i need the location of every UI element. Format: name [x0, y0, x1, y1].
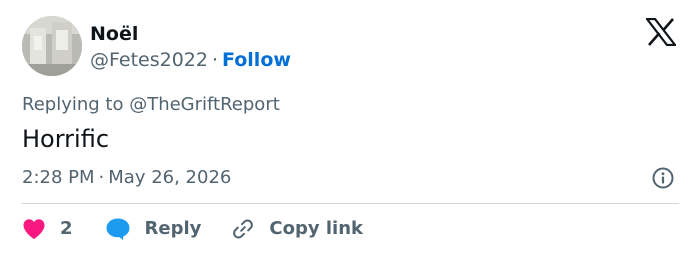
copy-link-label: Copy link — [269, 218, 363, 239]
heart-icon — [23, 219, 45, 239]
post-time: 2:28 PM — [22, 167, 95, 188]
author-name[interactable]: Noël — [90, 23, 138, 45]
reply-label: Reply — [144, 218, 202, 239]
replying-to: Replying to @TheGriftReport — [22, 94, 280, 116]
reply-button[interactable]: Reply — [105, 217, 202, 241]
speech-bubble-icon — [106, 218, 130, 240]
timestamp[interactable]: 2:28 PM · May 26, 2026 — [22, 167, 231, 189]
x-logo-icon[interactable] — [644, 17, 678, 47]
link-icon — [233, 219, 254, 239]
replying-prefix: Replying to — [22, 94, 130, 115]
author-handle-row: @Fetes2022 · Follow — [90, 49, 291, 71]
avatar[interactable] — [22, 16, 82, 76]
date-separator: · — [98, 167, 105, 188]
like-button[interactable]: 2 — [22, 218, 73, 240]
divider — [22, 203, 679, 204]
avatar-image — [22, 16, 82, 76]
info-icon[interactable] — [651, 166, 675, 190]
author-handle[interactable]: @Fetes2022 — [90, 49, 208, 71]
action-bar: 2 Reply Copy link — [22, 216, 363, 242]
copy-link-button[interactable]: Copy link — [231, 217, 363, 241]
like-count: 2 — [60, 218, 73, 239]
replying-to-handle[interactable]: @TheGriftReport — [129, 94, 280, 115]
handle-separator: · — [211, 49, 219, 71]
embedded-post-card: Noël @Fetes2022 · Follow Replying to @TheG… — [0, 0, 700, 256]
post-date: May 26, 2026 — [108, 167, 232, 188]
follow-button[interactable]: Follow — [222, 49, 291, 71]
post-text: Horrific — [22, 125, 110, 153]
